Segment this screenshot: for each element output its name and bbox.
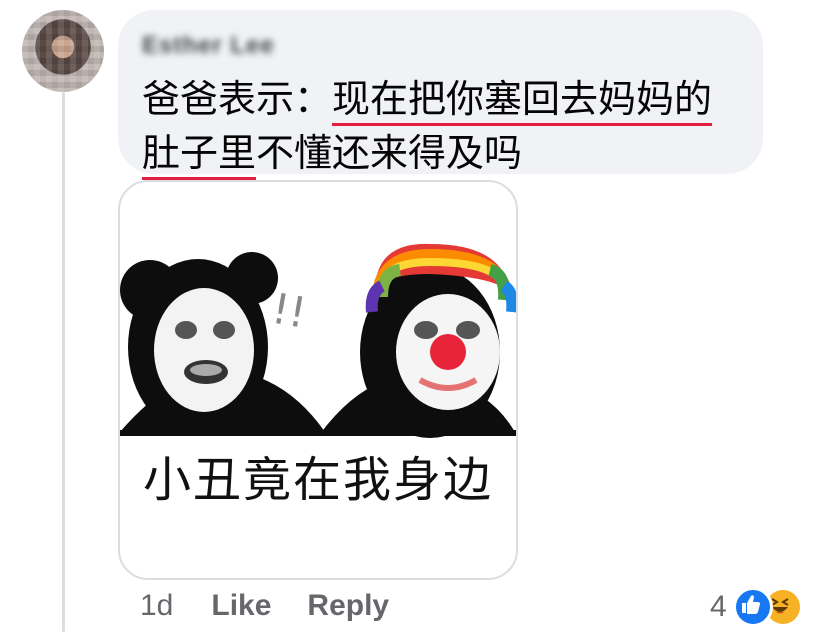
comment-actions: 1d Like Reply xyxy=(140,586,425,626)
avatar-pixelation xyxy=(22,10,104,92)
sticker-illustration: !! xyxy=(120,243,516,438)
thread-line xyxy=(62,92,65,632)
comment-text-highlight1: 现在把你塞回去妈妈的 xyxy=(332,77,713,126)
reply-button[interactable]: Reply xyxy=(307,589,389,623)
exclamation-marks: !! xyxy=(268,284,310,338)
like-button[interactable]: Like xyxy=(211,589,271,623)
comment-text-part2: 不懂还来得及吗 xyxy=(256,131,523,175)
comment-author[interactable]: Esther Lee xyxy=(142,32,302,59)
sticker-image[interactable]: !! 小丑竟在我身边 xyxy=(118,180,518,580)
comment-text-highlight2: 肚子里 xyxy=(142,131,257,180)
author-name[interactable]: Esther Lee xyxy=(142,32,275,59)
reactions-summary[interactable]: 4 xyxy=(710,587,803,627)
like-icon xyxy=(732,587,773,627)
comment-text: 爸爸表示：现在把你塞回去妈妈的肚子里不懂还来得及吗 xyxy=(142,72,747,180)
sticker-caption: 小丑竟在我身边 xyxy=(142,452,493,508)
comment-text-part1: 爸爸表示： xyxy=(142,77,333,121)
avatar[interactable] xyxy=(22,10,104,92)
clown-panda-figure xyxy=(320,243,516,438)
reaction-count: 4 xyxy=(710,590,727,623)
comment-bubble: Esther Lee 爸爸表示：现在把你塞回去妈妈的肚子里不懂还来得及吗 xyxy=(118,10,763,180)
panda-left-figure xyxy=(120,252,325,435)
comment-timestamp[interactable]: 1d xyxy=(140,589,173,623)
